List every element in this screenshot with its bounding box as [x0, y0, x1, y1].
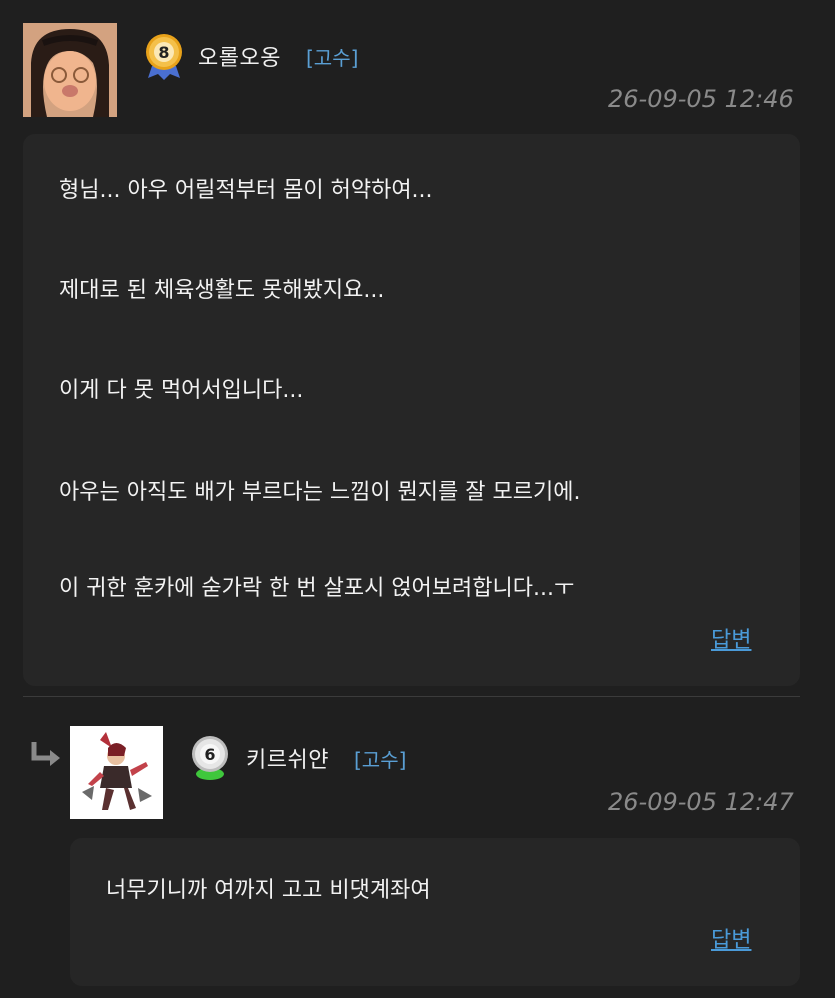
comment-line: 형님... 아우 어릴적부터 몸이 허약하여...	[59, 178, 433, 203]
username[interactable]: 오롤오옹	[198, 40, 281, 72]
comment-body: 너무기니까 여까지 고고 비댓계좌여 답변	[70, 838, 800, 986]
comment-line: 이게 다 못 먹어서입니다...	[59, 378, 304, 403]
comment-line: 제대로 된 체육생활도 못해봤지요...	[59, 278, 385, 303]
comment-body: 형님... 아우 어릴적부터 몸이 허약하여... 제대로 된 체육생활도 못해…	[23, 134, 800, 686]
rank-badge: [고수]	[306, 46, 359, 70]
level-number: 6	[204, 745, 215, 764]
comment-line: 너무기니까 여까지 고고 비댓계좌여	[106, 878, 431, 903]
level-badge-icon: 6	[192, 736, 228, 780]
comment-item: 8 오롤오옹 [고수] 26-09-05 12:46 형님... 아우 어릴적부…	[0, 0, 835, 700]
timestamp: 26-09-05 12:46	[608, 85, 794, 113]
face-avatar-icon	[23, 23, 117, 117]
username[interactable]: 키르쉬얀	[246, 742, 329, 774]
level-badge-icon: 8	[146, 34, 182, 80]
level-number: 8	[158, 43, 169, 62]
rank-badge: [고수]	[354, 748, 407, 772]
comment-line: 아우는 아직도 배가 부르다는 느낌이 뭔지를 잘 모르기에.	[59, 480, 581, 505]
comment-item: 6 키르쉬얀 [고수] 26-09-05 12:47 너무기니까 여까지 고고 …	[0, 700, 835, 998]
character-avatar-icon	[70, 726, 163, 819]
avatar[interactable]	[23, 23, 117, 117]
avatar[interactable]	[70, 726, 163, 819]
reply-arrow-icon	[31, 742, 60, 766]
reply-button[interactable]: 답변	[711, 622, 751, 654]
divider	[23, 696, 800, 697]
reply-button[interactable]: 답변	[711, 922, 751, 954]
comment-line: 이 귀한 훈카에 숟가락 한 번 살포시 얹어보려합니다...ㅜ	[59, 576, 575, 601]
timestamp: 26-09-05 12:47	[608, 788, 794, 816]
